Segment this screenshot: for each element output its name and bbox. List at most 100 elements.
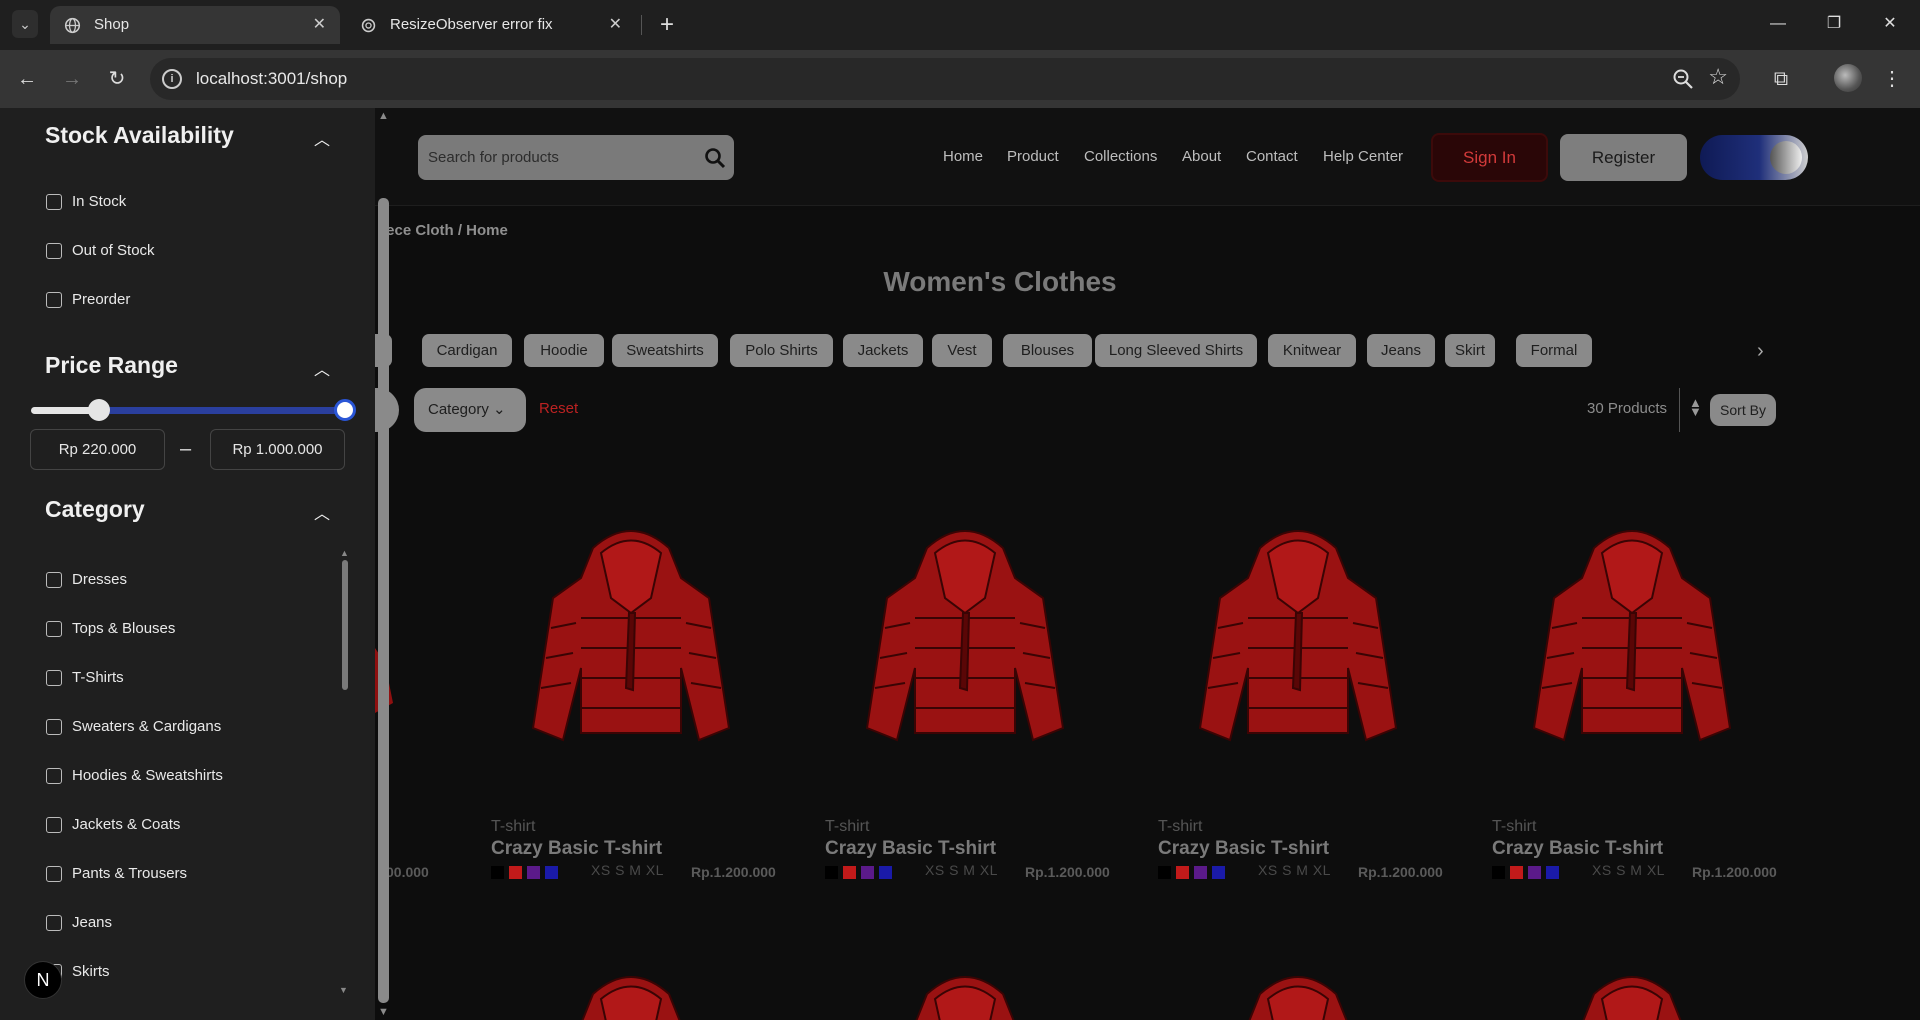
- scroll-down-arrow[interactable]: ▼: [339, 985, 348, 995]
- color-swatch[interactable]: [1546, 866, 1559, 879]
- chip[interactable]: Skirt: [1445, 334, 1495, 367]
- product-card[interactable]: T-shirt Crazy Basic T-shirt XS S M XL Rp…: [491, 518, 791, 938]
- nav-collections[interactable]: Collections: [1084, 148, 1157, 165]
- color-swatch[interactable]: [861, 866, 874, 879]
- chip[interactable]: Long Sleeved Shirts: [1095, 334, 1257, 367]
- color-swatch[interactable]: [1158, 866, 1171, 879]
- nav-home[interactable]: Home: [943, 148, 983, 165]
- extensions-icon[interactable]: ⧉: [1766, 64, 1796, 94]
- chip[interactable]: Hoodie: [524, 334, 604, 367]
- sidebar-scrollbar[interactable]: [378, 198, 389, 1003]
- chip[interactable]: Jackets: [843, 334, 923, 367]
- chip[interactable]: Jeans: [1367, 334, 1435, 367]
- color-swatch[interactable]: [527, 866, 540, 879]
- sort-by-button[interactable]: Sort By: [1710, 394, 1776, 426]
- color-swatch[interactable]: [545, 866, 558, 879]
- price-separator: –: [180, 438, 192, 460]
- chip[interactable]: Blouses: [1003, 334, 1092, 367]
- color-swatch[interactable]: [843, 866, 856, 879]
- color-swatch[interactable]: [1212, 866, 1225, 879]
- product-name[interactable]: Crazy Basic T-shirt: [1158, 838, 1329, 860]
- close-window-button[interactable]: ✕: [1862, 0, 1918, 50]
- price-min-field[interactable]: Rp 220.000: [30, 429, 165, 470]
- scroll-down-arrow[interactable]: ▼: [378, 1006, 389, 1018]
- checkbox[interactable]: [46, 866, 62, 882]
- tab-shop[interactable]: Shop ✕: [50, 6, 340, 44]
- nextjs-badge[interactable]: N: [24, 961, 62, 999]
- product-name[interactable]: Crazy Basic T-shirt: [825, 838, 996, 860]
- scroll-up-arrow[interactable]: ▲: [378, 110, 389, 122]
- close-icon[interactable]: ✕: [609, 6, 622, 44]
- checkbox[interactable]: [46, 292, 62, 308]
- close-icon[interactable]: ✕: [313, 6, 326, 44]
- back-arrow-icon[interactable]: ←: [12, 64, 42, 94]
- product-card[interactable]: 00.000: [365, 518, 440, 938]
- minimize-button[interactable]: —: [1750, 0, 1806, 50]
- reload-icon[interactable]: ↻: [102, 64, 132, 94]
- color-swatch[interactable]: [1510, 866, 1523, 879]
- product-card[interactable]: T-shirt Crazy Basic T-shirt XS S M XL Rp…: [825, 518, 1125, 938]
- product-card[interactable]: T-shirt Crazy Basic T-shirt XS S M XL Rp…: [1158, 518, 1458, 938]
- chip[interactable]: Sweatshirts: [612, 334, 718, 367]
- chip[interactable]: Knitwear: [1268, 334, 1356, 367]
- scroll-up-arrow[interactable]: ▲: [340, 548, 349, 558]
- address-bar[interactable]: i localhost:3001/shop ☆: [150, 58, 1740, 100]
- color-swatch[interactable]: [879, 866, 892, 879]
- chip[interactable]: Polo Shirts: [730, 334, 833, 367]
- reset-button[interactable]: Reset: [539, 400, 578, 417]
- product-card[interactable]: T-shirt Crazy Basic T-shirt XS S M XL Rp…: [1492, 518, 1792, 938]
- bookmark-star-icon[interactable]: ☆: [1708, 64, 1728, 90]
- product-name[interactable]: Crazy Basic T-shirt: [491, 838, 662, 860]
- checkbox[interactable]: [46, 915, 62, 931]
- site-info-icon[interactable]: i: [162, 69, 182, 89]
- color-swatch[interactable]: [491, 866, 504, 879]
- color-swatch[interactable]: [1176, 866, 1189, 879]
- color-swatch[interactable]: [509, 866, 522, 879]
- checkbox[interactable]: [46, 194, 62, 210]
- product-name[interactable]: Crazy Basic T-shirt: [1492, 838, 1663, 860]
- checkbox[interactable]: [46, 572, 62, 588]
- checkbox[interactable]: [46, 817, 62, 833]
- price-slider-max-handle[interactable]: [334, 399, 356, 421]
- price-max-field[interactable]: Rp 1.000.000: [210, 429, 345, 470]
- chevron-up-icon[interactable]: ︿: [314, 500, 330, 524]
- nav-product[interactable]: Product: [1007, 148, 1059, 165]
- chip[interactable]: Cardigan: [422, 334, 512, 367]
- nav-help-center[interactable]: Help Center: [1323, 148, 1403, 165]
- nav-contact[interactable]: Contact: [1246, 148, 1298, 165]
- more-menu-icon[interactable]: ⋮: [1877, 64, 1907, 94]
- color-swatch[interactable]: [825, 866, 838, 879]
- avatar[interactable]: [1834, 64, 1862, 92]
- product-sizes: XS S M XL: [1258, 862, 1331, 878]
- search-input[interactable]: Search for products: [418, 135, 734, 180]
- chip[interactable]: Formal: [1516, 334, 1592, 367]
- restore-button[interactable]: ❐: [1806, 0, 1862, 50]
- forward-arrow-icon[interactable]: →: [57, 64, 87, 94]
- price-slider-min-handle[interactable]: [88, 399, 110, 421]
- search-icon[interactable]: [704, 147, 726, 169]
- tab-resizeobserver[interactable]: ResizeObserver error fix ✕: [346, 6, 636, 44]
- sort-icon[interactable]: ▲ ▼: [1689, 396, 1702, 418]
- sign-in-button[interactable]: Sign In: [1431, 133, 1548, 182]
- checkbox[interactable]: [46, 719, 62, 735]
- product-price: 00.000: [386, 864, 429, 880]
- chevron-up-icon[interactable]: ︿: [314, 126, 330, 150]
- nav-about[interactable]: About: [1182, 148, 1221, 165]
- chevron-up-icon[interactable]: ︿: [314, 356, 330, 380]
- color-swatch[interactable]: [1528, 866, 1541, 879]
- checkbox[interactable]: [46, 768, 62, 784]
- chip[interactable]: Vest: [932, 334, 992, 367]
- tab-search-button[interactable]: ⌄: [12, 10, 38, 38]
- zoom-icon[interactable]: [1672, 68, 1694, 90]
- new-tab-button[interactable]: +: [652, 8, 682, 42]
- checkbox[interactable]: [46, 670, 62, 686]
- color-swatch[interactable]: [1194, 866, 1207, 879]
- chevron-right-icon[interactable]: ›: [1757, 340, 1764, 363]
- checkbox[interactable]: [46, 243, 62, 259]
- register-button[interactable]: Register: [1560, 134, 1687, 181]
- checkbox[interactable]: [46, 621, 62, 637]
- category-filter-button[interactable]: Category ⌄: [414, 388, 526, 432]
- theme-toggle[interactable]: [1700, 135, 1808, 180]
- color-swatch[interactable]: [1492, 866, 1505, 879]
- category-scrollbar[interactable]: [342, 560, 348, 690]
